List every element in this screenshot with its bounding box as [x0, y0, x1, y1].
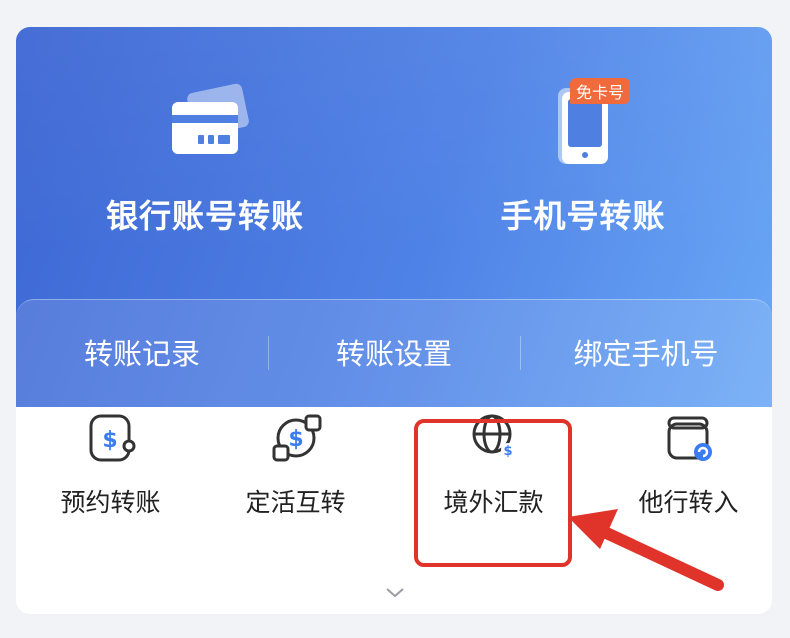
chevron-down-icon[interactable] — [383, 583, 407, 601]
mobile-transfer-label: 手机号转账 — [500, 197, 666, 235]
mobile-transfer-button[interactable]: 手机号转账 — [394, 27, 772, 297]
bank-card-icon — [16, 82, 394, 167]
scheduled-transfer-label: 预约转账 — [60, 488, 161, 517]
no-card-badge: 免卡号 — [570, 78, 631, 104]
bank-account-transfer-label: 银行账号转账 — [105, 197, 304, 235]
highlight-box — [414, 419, 572, 567]
transfer-hero: 银行账号转账 手机号转账 免卡号 转账记录 转账设置 绑定手机号 — [16, 27, 772, 408]
annotation-arrow-icon — [568, 509, 724, 591]
scheduled-dollar-icon: $ — [16, 410, 205, 466]
transfer-settings-link[interactable]: 转账设置 — [268, 300, 520, 408]
bank-account-transfer-button[interactable]: 银行账号转账 — [16, 27, 394, 297]
transfer-records-link[interactable]: 转账记录 — [16, 300, 268, 408]
transfer-links-bar: 转账记录 转账设置 绑定手机号 — [16, 299, 772, 408]
fixed-current-exchange-label: 定活互转 — [245, 488, 346, 517]
scheduled-transfer-button[interactable]: $ 预约转账 — [16, 400, 205, 525]
fixed-current-exchange-button[interactable]: $ 定活互转 — [201, 400, 390, 525]
bind-phone-link[interactable]: 绑定手机号 — [520, 300, 772, 408]
svg-text:$: $ — [288, 427, 303, 452]
wallet-refresh-icon — [594, 410, 783, 466]
svg-text:$: $ — [102, 428, 117, 453]
exchange-dollar-icon: $ — [201, 410, 390, 466]
